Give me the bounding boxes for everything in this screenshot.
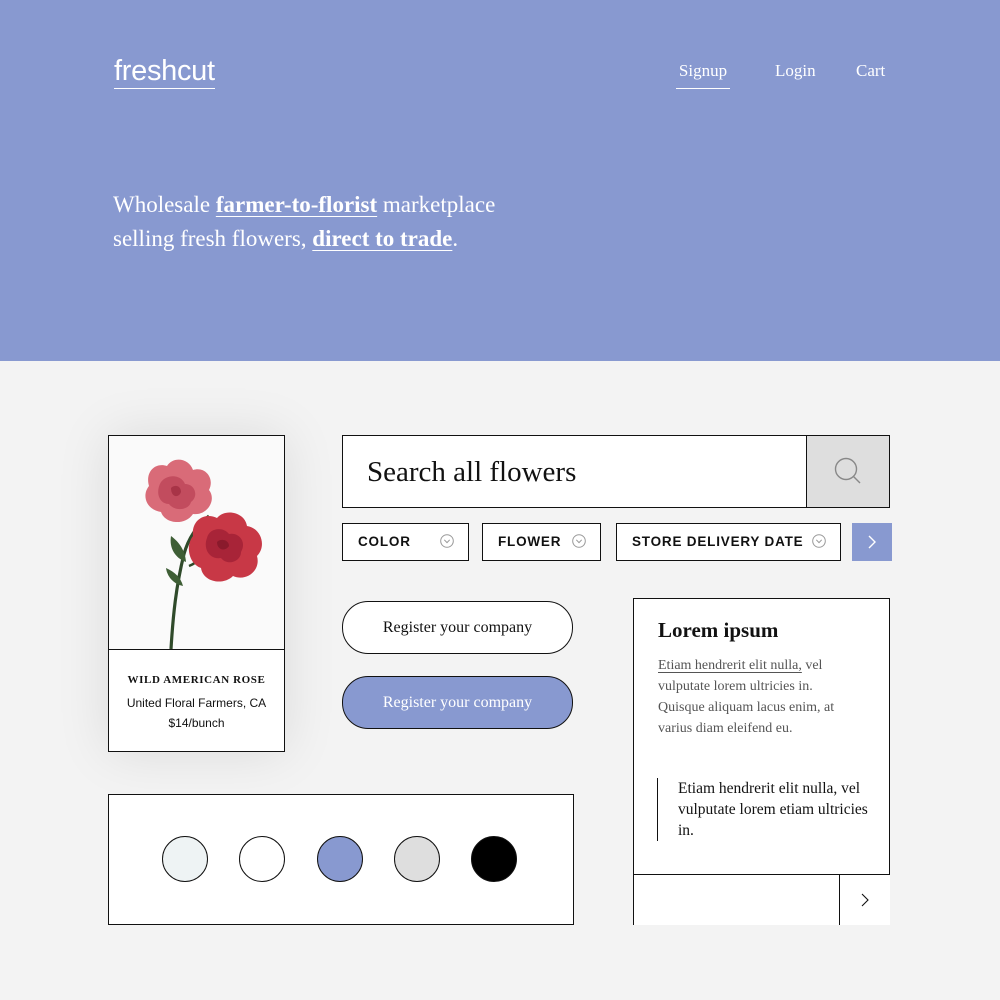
card-body: Etiam hendrerit elit nulla, vel vulputat… <box>658 655 858 739</box>
product-name: WILD AMERICAN ROSE <box>127 674 266 686</box>
search-button[interactable] <box>806 435 890 508</box>
hero-banner: freshcut Signup Login Cart Wholesale far… <box>0 0 1000 361</box>
register-company-button-outline[interactable]: Register your company <box>342 601 573 654</box>
chevron-right-icon <box>861 893 869 907</box>
card-quote: Etiam hendrerit elit nulla, vel vulputat… <box>657 778 878 841</box>
filter-label: FLOWER <box>498 534 562 549</box>
chevron-down-icon <box>572 534 586 548</box>
color-swatch-black[interactable] <box>471 836 517 882</box>
filter-color-dropdown[interactable]: COLOR <box>342 523 469 561</box>
product-card[interactable]: WILD AMERICAN ROSE United Floral Farmers… <box>108 435 285 752</box>
search-input[interactable] <box>367 454 787 490</box>
color-swatch-light-blue[interactable] <box>162 836 208 882</box>
color-swatch-periwinkle[interactable] <box>317 836 363 882</box>
nav-signup-link[interactable]: Signup <box>676 60 730 89</box>
filter-next-button[interactable] <box>852 523 892 561</box>
color-swatch-panel <box>108 794 574 925</box>
card-body-link[interactable]: Etiam hendrerit elit nulla, <box>658 658 802 673</box>
register-company-button-filled[interactable]: Register your company <box>342 676 573 729</box>
content-card: Lorem ipsum Etiam hendrerit elit nulla, … <box>633 598 890 925</box>
product-image <box>109 436 284 650</box>
tagline-text: selling fresh flowers, <box>113 226 313 251</box>
logo[interactable]: freshcut <box>114 55 215 89</box>
hero-tagline: Wholesale farmer-to-florist marketplace … <box>113 188 495 256</box>
product-price: $14/bunch <box>168 716 225 730</box>
card-submit-button[interactable] <box>839 874 890 925</box>
tagline-text: . <box>452 226 459 251</box>
nav-cart-link[interactable]: Cart <box>856 60 885 82</box>
product-farm: United Floral Farmers, CA <box>126 696 267 710</box>
chevron-right-icon <box>868 535 876 549</box>
rose-illustration <box>145 459 262 649</box>
chevron-down-icon <box>440 534 454 548</box>
color-swatch-white[interactable] <box>239 836 285 882</box>
card-input-field[interactable] <box>634 874 839 925</box>
filter-label: STORE DELIVERY DATE <box>632 534 804 549</box>
nav-login-link[interactable]: Login <box>775 60 816 82</box>
tagline-link-farmer-to-florist[interactable]: farmer-to-florist <box>216 192 377 217</box>
tagline-link-direct-to-trade[interactable]: direct to trade <box>312 226 452 251</box>
search-icon <box>834 457 861 484</box>
chevron-down-icon <box>812 534 826 548</box>
tagline-text: marketplace <box>377 192 496 217</box>
filter-label: COLOR <box>358 534 411 549</box>
search-field <box>342 435 808 508</box>
filter-delivery-date-dropdown[interactable]: STORE DELIVERY DATE <box>616 523 841 561</box>
filter-flower-dropdown[interactable]: FLOWER <box>482 523 601 561</box>
tagline-text: Wholesale <box>113 192 216 217</box>
card-title: Lorem ipsum <box>658 618 779 642</box>
color-swatch-light-gray[interactable] <box>394 836 440 882</box>
